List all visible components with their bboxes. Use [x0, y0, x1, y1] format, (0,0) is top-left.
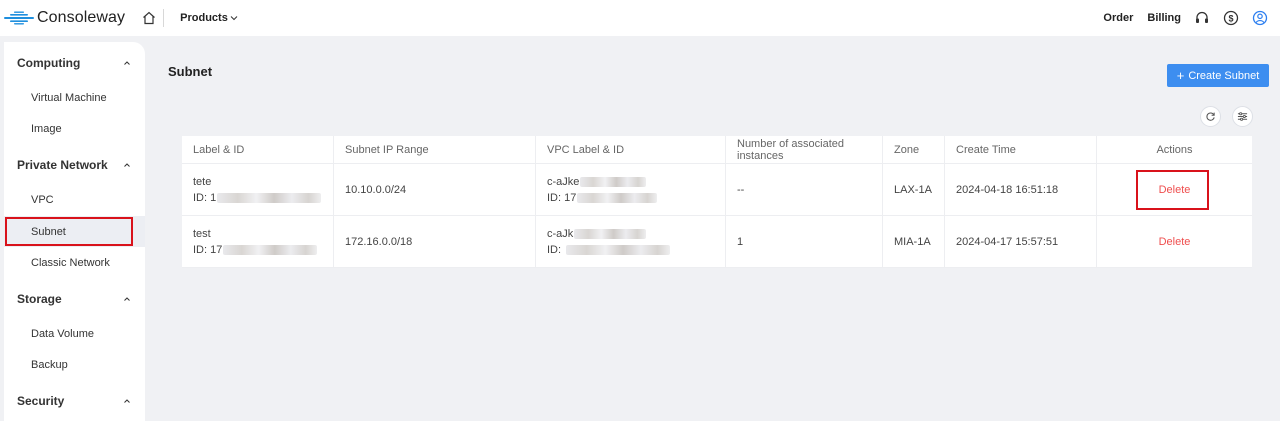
column-header: Label & ID: [182, 136, 334, 163]
redacted-id: [566, 244, 671, 255]
column-header: Create Time: [945, 136, 1097, 163]
group-title: Private Network: [17, 158, 108, 172]
chevron-up-icon: [124, 297, 130, 301]
svg-text:$: $: [1228, 13, 1233, 23]
actions-cell: Delete: [1097, 164, 1252, 215]
plus-icon: +: [1176, 68, 1185, 83]
ip-range-cell: 172.16.0.0/18: [334, 216, 536, 267]
create-time-cell: 2024-04-17 15:57:51: [945, 216, 1097, 267]
sidebar-item-image[interactable]: Image: [4, 115, 145, 143]
zone-cell: LAX-1A: [883, 164, 945, 215]
chevron-up-icon: [124, 61, 130, 65]
brand-logo[interactable]: Consoleway: [4, 9, 125, 27]
dollar-billing-icon[interactable]: $: [1223, 10, 1239, 26]
sidebar-group-security[interactable]: Security: [4, 387, 145, 415]
highlight-box: [1136, 170, 1209, 210]
column-header: Zone: [883, 136, 945, 163]
products-menu[interactable]: Products: [180, 12, 238, 24]
subnet-label: test: [193, 227, 211, 240]
instances-cell: --: [726, 164, 883, 215]
subnet-id-prefix: ID: 1: [193, 191, 217, 204]
user-account-icon[interactable]: [1252, 10, 1268, 26]
divider: [163, 9, 165, 27]
instances-cell: 1: [726, 216, 883, 267]
column-settings-button[interactable]: [1232, 106, 1253, 127]
headset-support-icon[interactable]: [1194, 10, 1210, 26]
refresh-icon: [1206, 112, 1215, 121]
sidebar-group-computing[interactable]: Computing: [4, 49, 145, 77]
label-id-cell: tete ID: 1: [182, 164, 334, 215]
brand-name: Consoleway: [37, 9, 126, 26]
sidebar-group-private-network[interactable]: Private Network: [4, 151, 145, 179]
column-header: Actions: [1156, 143, 1193, 156]
refresh-button[interactable]: [1200, 106, 1221, 127]
vpc-label: c-aJke: [547, 176, 725, 188]
chevron-up-icon: [124, 163, 130, 167]
subnet-id: ID: 17: [193, 244, 333, 256]
redacted-id: [217, 192, 322, 203]
sidebar-group-storage[interactable]: Storage: [4, 285, 145, 313]
vpc-label-text: c-aJke: [547, 175, 580, 188]
billing-link[interactable]: Billing: [1147, 12, 1181, 24]
delete-button[interactable]: Delete: [1159, 236, 1191, 248]
create-subnet-label: Create Subnet: [1188, 69, 1260, 82]
zone-cell: MIA-1A: [883, 216, 945, 267]
column-header: VPC Label & ID: [536, 136, 726, 163]
subnet-label: tete: [193, 175, 212, 188]
column-header: Number of associated instances: [726, 136, 883, 163]
redacted-label: [580, 176, 647, 187]
table-row: tete ID: 1 10.10.0.0/24 c-aJke ID: 17 --…: [182, 164, 1252, 216]
sidebar-item-classic-network[interactable]: Classic Network: [4, 249, 145, 277]
create-subnet-button[interactable]: + Create Subnet: [1167, 64, 1269, 87]
sidebar-item-vpc[interactable]: VPC: [4, 186, 145, 214]
redacted-id: [223, 244, 318, 255]
highlight-box: [5, 217, 133, 246]
cloud-logo-icon: [4, 11, 34, 25]
subnet-id: ID: 1: [193, 192, 333, 204]
sidebar-item-data-volume[interactable]: Data Volume: [4, 320, 145, 348]
group-title: Computing: [17, 56, 81, 70]
table-header-row: Label & ID Subnet IP Range VPC Label & I…: [182, 136, 1252, 164]
header-actions: Order Billing $: [1089, 0, 1268, 36]
products-label: Products: [180, 12, 228, 24]
filter-settings-icon: [1237, 112, 1248, 121]
create-time-cell: 2024-04-18 16:51:18: [945, 164, 1097, 215]
vpc-cell: c-aJk ID:: [536, 216, 726, 267]
ip-range-cell: 10.10.0.0/24: [334, 164, 536, 215]
group-title: Storage: [17, 292, 62, 306]
vpc-id: ID: 17: [547, 192, 725, 204]
sidebar-item-backup[interactable]: Backup: [4, 351, 145, 379]
sidebar-navigation: Computing Virtual Machine Image Private …: [4, 42, 145, 421]
vpc-id-prefix: ID: 17: [547, 191, 577, 204]
page-title: Subnet: [168, 64, 213, 79]
vpc-id: ID:: [547, 244, 725, 256]
vpc-label: c-aJk: [547, 228, 725, 240]
vpc-label-text: c-aJk: [547, 227, 574, 240]
subnet-table: Label & ID Subnet IP Range VPC Label & I…: [182, 136, 1252, 268]
column-header: Subnet IP Range: [334, 136, 536, 163]
redacted-id: [577, 192, 658, 203]
group-title: Security: [17, 394, 65, 408]
chevron-down-icon: [230, 16, 238, 21]
home-icon[interactable]: [141, 10, 157, 26]
vpc-id-prefix: ID:: [547, 243, 562, 256]
label-id-cell: test ID: 17: [182, 216, 334, 267]
chevron-up-icon: [124, 399, 130, 403]
subnet-id-prefix: ID: 17: [193, 243, 223, 256]
actions-cell: Delete: [1097, 216, 1252, 267]
order-link[interactable]: Order: [1103, 12, 1133, 24]
redacted-label: [574, 228, 647, 239]
sidebar-item-subnet[interactable]: Subnet: [4, 216, 145, 247]
table-row: test ID: 17 172.16.0.0/18 c-aJk ID: 1 MI…: [182, 216, 1252, 268]
vpc-cell: c-aJke ID: 17: [536, 164, 726, 215]
sidebar-item-virtual-machine[interactable]: Virtual Machine: [4, 84, 145, 112]
top-navigation-bar: Consoleway Products Order Billing $: [0, 0, 1280, 36]
